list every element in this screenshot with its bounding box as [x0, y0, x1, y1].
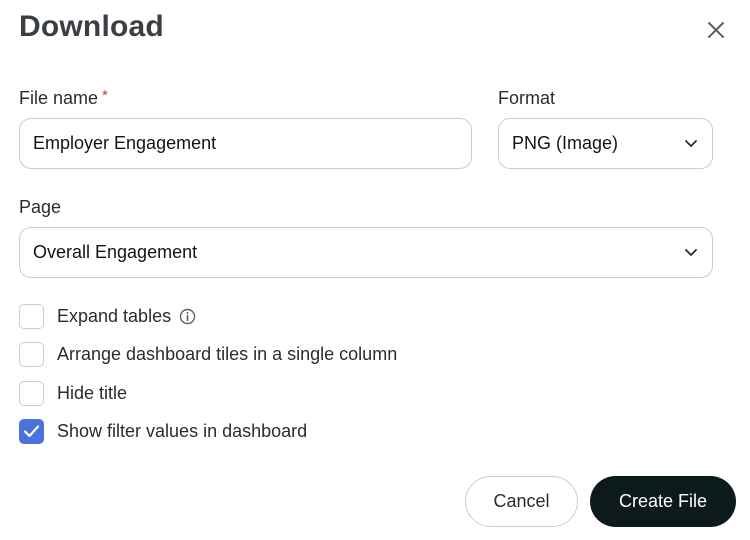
show-filter-values-label: Show filter values in dashboard	[57, 420, 308, 441]
single-column-label: Arrange dashboard tiles in a single colu…	[57, 343, 398, 364]
page-selected-value: Overall Engagement	[33, 242, 198, 262]
info-icon[interactable]	[179, 308, 196, 325]
checkmark-icon	[23, 425, 40, 438]
chevron-down-icon	[684, 248, 698, 258]
required-marker: *	[102, 87, 108, 104]
chevron-down-icon	[684, 139, 698, 149]
file-name-input[interactable]	[33, 133, 471, 154]
hide-title-checkbox[interactable]	[19, 380, 44, 406]
page-label: Page	[19, 197, 62, 217]
format-label: Format	[498, 88, 556, 108]
option-show-filter-values[interactable]: Show filter values in dashboard	[19, 418, 307, 444]
hide-title-label: Hide title	[57, 382, 128, 403]
close-button[interactable]	[702, 18, 730, 46]
file-name-label: File name *	[19, 87, 108, 109]
page-select[interactable]: Overall Engagement	[19, 227, 713, 278]
expand-tables-checkbox[interactable]	[19, 303, 44, 329]
dialog-title: Download	[19, 10, 164, 43]
option-expand-tables[interactable]: Expand tables	[19, 303, 196, 329]
single-column-checkbox[interactable]	[19, 341, 44, 367]
cancel-button[interactable]: Cancel	[465, 476, 578, 527]
create-file-button[interactable]: Create File	[590, 476, 736, 527]
show-filter-values-checkbox[interactable]	[19, 418, 44, 444]
file-name-label-text: File name	[19, 88, 99, 108]
format-select[interactable]: PNG (Image)	[498, 118, 713, 169]
option-hide-title[interactable]: Hide title	[19, 380, 127, 406]
expand-tables-label: Expand tables	[57, 305, 172, 326]
download-dialog: Download File name* Format PNG (Image) P…	[0, 0, 750, 540]
option-single-column[interactable]: Arrange dashboard tiles in a single colu…	[19, 341, 397, 367]
file-name-field[interactable]	[19, 118, 472, 169]
format-selected-value: PNG (Image)	[512, 133, 619, 153]
close-icon	[706, 20, 726, 45]
